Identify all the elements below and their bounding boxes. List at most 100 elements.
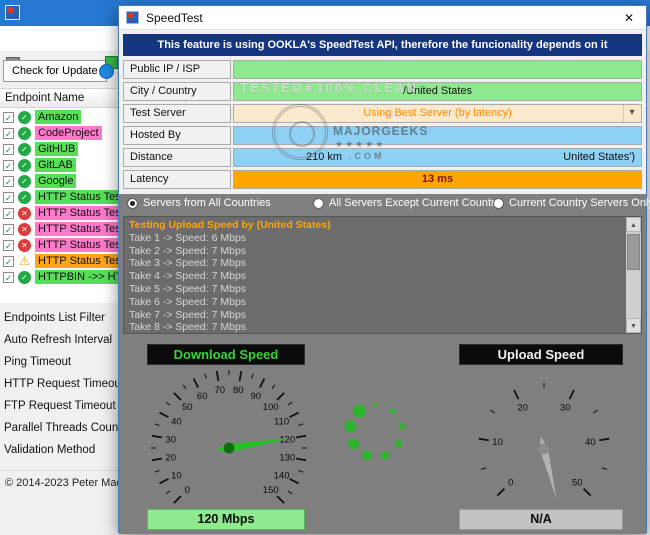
settings-label-validation-method: Validation Method: [4, 444, 124, 466]
status-ok-icon: ✓: [18, 111, 31, 124]
distance-value: 210 km: [306, 149, 342, 165]
settings-label-endpoints-list-filter: Endpoints List Filter: [4, 312, 124, 334]
endpoint-checkbox[interactable]: ✓: [3, 128, 14, 139]
svg-text:150: 150: [263, 485, 279, 496]
field-value-test-server[interactable]: Using Best Server (by latency)▾: [233, 104, 642, 123]
log-line: Take 5 -> Speed: 7 Mbps: [129, 283, 623, 296]
svg-text:50: 50: [572, 478, 583, 489]
radio-circle[interactable]: [493, 198, 504, 209]
dropdown-arrow-icon[interactable]: ▾: [623, 105, 640, 122]
endpoint-checkbox[interactable]: ✓: [3, 112, 14, 123]
endpoint-label: HTTP Status Test: [35, 238, 127, 252]
dialog-titlebar[interactable]: SpeedTest ✕: [119, 6, 646, 30]
settings-label-auto-refresh-interval: Auto Refresh Interval: [4, 334, 124, 356]
check-for-update-button[interactable]: Check for Update: [3, 60, 107, 82]
endpoint-label: HTTP Status Test: [35, 254, 127, 268]
info-fields: Public IP / ISP City / Country/United Sta…: [123, 60, 642, 192]
svg-text:90: 90: [250, 391, 261, 402]
status-ok-icon: ✓: [18, 143, 31, 156]
field-label-public-ip-isp[interactable]: Public IP / ISP: [123, 60, 231, 79]
svg-text:0: 0: [185, 485, 190, 496]
settings-label-http-request-timeout: HTTP Request Timeout: [4, 378, 124, 400]
screen: Endpoint Status Checker Check for Update…: [0, 0, 650, 535]
endpoint-checkbox[interactable]: ✓: [3, 208, 14, 219]
status-warn-icon: ⚠: [18, 255, 31, 268]
svg-text:50: 50: [182, 402, 193, 413]
settings-labels: Endpoints List FilterAuto Refresh Interv…: [4, 312, 124, 466]
radio-circle[interactable]: [313, 198, 324, 209]
endpoint-label: HTTP Status Test: [35, 222, 127, 236]
speedtest-dialog: SpeedTest ✕ This feature is using OOKLA'…: [118, 5, 647, 533]
field-label-hosted-by[interactable]: Hosted By: [123, 126, 231, 145]
settings-label-ping-timeout: Ping Timeout: [4, 356, 124, 378]
svg-text:80: 80: [233, 385, 244, 396]
svg-text:10: 10: [171, 470, 182, 481]
speed-log-box[interactable]: Testing Upload Speed by (United States) T…: [123, 216, 642, 334]
field-label-distance[interactable]: Distance: [123, 148, 231, 167]
speedtest-window-icon: [126, 11, 139, 24]
settings-label-ftp-request-timeout: FTP Request Timeout: [4, 400, 124, 422]
svg-text:140: 140: [274, 470, 290, 481]
log-scrollbar[interactable]: ▲ ▼: [626, 217, 641, 333]
svg-text:60: 60: [197, 391, 208, 402]
status-error-icon: ✕: [18, 207, 31, 220]
endpoint-checkbox[interactable]: ✓: [3, 224, 14, 235]
field-row-public-ip-isp: Public IP / ISP: [123, 60, 642, 79]
status-error-icon: ✕: [18, 239, 31, 252]
distance-country: United States'): [563, 149, 635, 165]
radio-servers-from-all-countries[interactable]: Servers from All Countries: [127, 197, 271, 209]
status-error-icon: ✕: [18, 223, 31, 236]
close-icon[interactable]: ✕: [614, 7, 644, 29]
upload-speed-gauge: 0 10 20 30 40 50: [469, 374, 619, 524]
radio-current-country-servers-only[interactable]: Current Country Servers Only: [493, 197, 650, 209]
svg-text:130: 130: [279, 453, 295, 464]
field-label-city-country[interactable]: City / Country: [123, 82, 231, 101]
app-window-icon: [5, 5, 20, 20]
log-line: Take 4 -> Speed: 7 Mbps: [129, 270, 623, 283]
loading-spinner-icon: [338, 393, 414, 469]
status-ok-icon: ✓: [18, 127, 31, 140]
upload-speed-header: Upload Speed: [459, 344, 623, 365]
server-filter-radios: Servers from All Countries All Servers Ex…: [127, 197, 642, 213]
log-line: Take 6 -> Speed: 7 Mbps: [129, 296, 623, 309]
speedtest-tool-icon[interactable]: [99, 64, 114, 79]
endpoint-checkbox[interactable]: ✓: [3, 240, 14, 251]
endpoint-checkbox[interactable]: ✓: [3, 272, 14, 283]
field-row-test-server: Test ServerUsing Best Server (by latency…: [123, 104, 642, 123]
endpoint-checkbox[interactable]: ✓: [3, 144, 14, 155]
field-label-latency[interactable]: Latency: [123, 170, 231, 189]
svg-text:0: 0: [508, 478, 513, 489]
scroll-down-icon[interactable]: ▼: [626, 318, 641, 333]
svg-text:110: 110: [274, 417, 289, 428]
scrollbar-thumb[interactable]: [627, 234, 640, 270]
endpoint-label: GitHUB: [35, 142, 78, 156]
field-value-distance: 210 km United States'): [233, 148, 642, 167]
log-line: Take 8 -> Speed: 7 Mbps: [129, 321, 623, 334]
field-value-public-ip-isp: [233, 60, 642, 79]
field-row-latency: Latency13 ms: [123, 170, 642, 189]
radio-all-servers-except-current-country[interactable]: All Servers Except Current Country: [313, 197, 500, 209]
field-row-distance: Distance 210 km United States'): [123, 148, 642, 167]
radio-label: Servers from All Countries: [143, 197, 271, 209]
svg-text:30: 30: [560, 403, 571, 414]
scroll-up-icon[interactable]: ▲: [626, 217, 641, 232]
endpoint-checkbox[interactable]: ✓: [3, 160, 14, 171]
svg-text:40: 40: [585, 437, 596, 448]
log-line: Testing Upload Speed by (United States): [129, 219, 623, 232]
svg-text:100: 100: [263, 402, 279, 413]
field-label-test-server[interactable]: Test Server: [123, 104, 231, 123]
status-ok-icon: ✓: [18, 271, 31, 284]
field-row-city-country: City / Country/United States: [123, 82, 642, 101]
download-result-box: 120 Mbps: [147, 509, 305, 530]
radio-label: All Servers Except Current Country: [329, 197, 500, 209]
svg-text:20: 20: [517, 403, 528, 414]
endpoint-label: Google: [35, 174, 76, 188]
endpoint-checkbox[interactable]: ✓: [3, 176, 14, 187]
endpoint-label: Amazon: [35, 110, 81, 124]
api-banner: This feature is using OOKLA's SpeedTest …: [123, 34, 642, 56]
endpoint-checkbox[interactable]: ✓: [3, 256, 14, 267]
log-line: Take 7 -> Speed: 7 Mbps: [129, 309, 623, 322]
radio-circle[interactable]: [127, 198, 138, 209]
svg-text:10: 10: [492, 437, 503, 448]
endpoint-checkbox[interactable]: ✓: [3, 192, 14, 203]
